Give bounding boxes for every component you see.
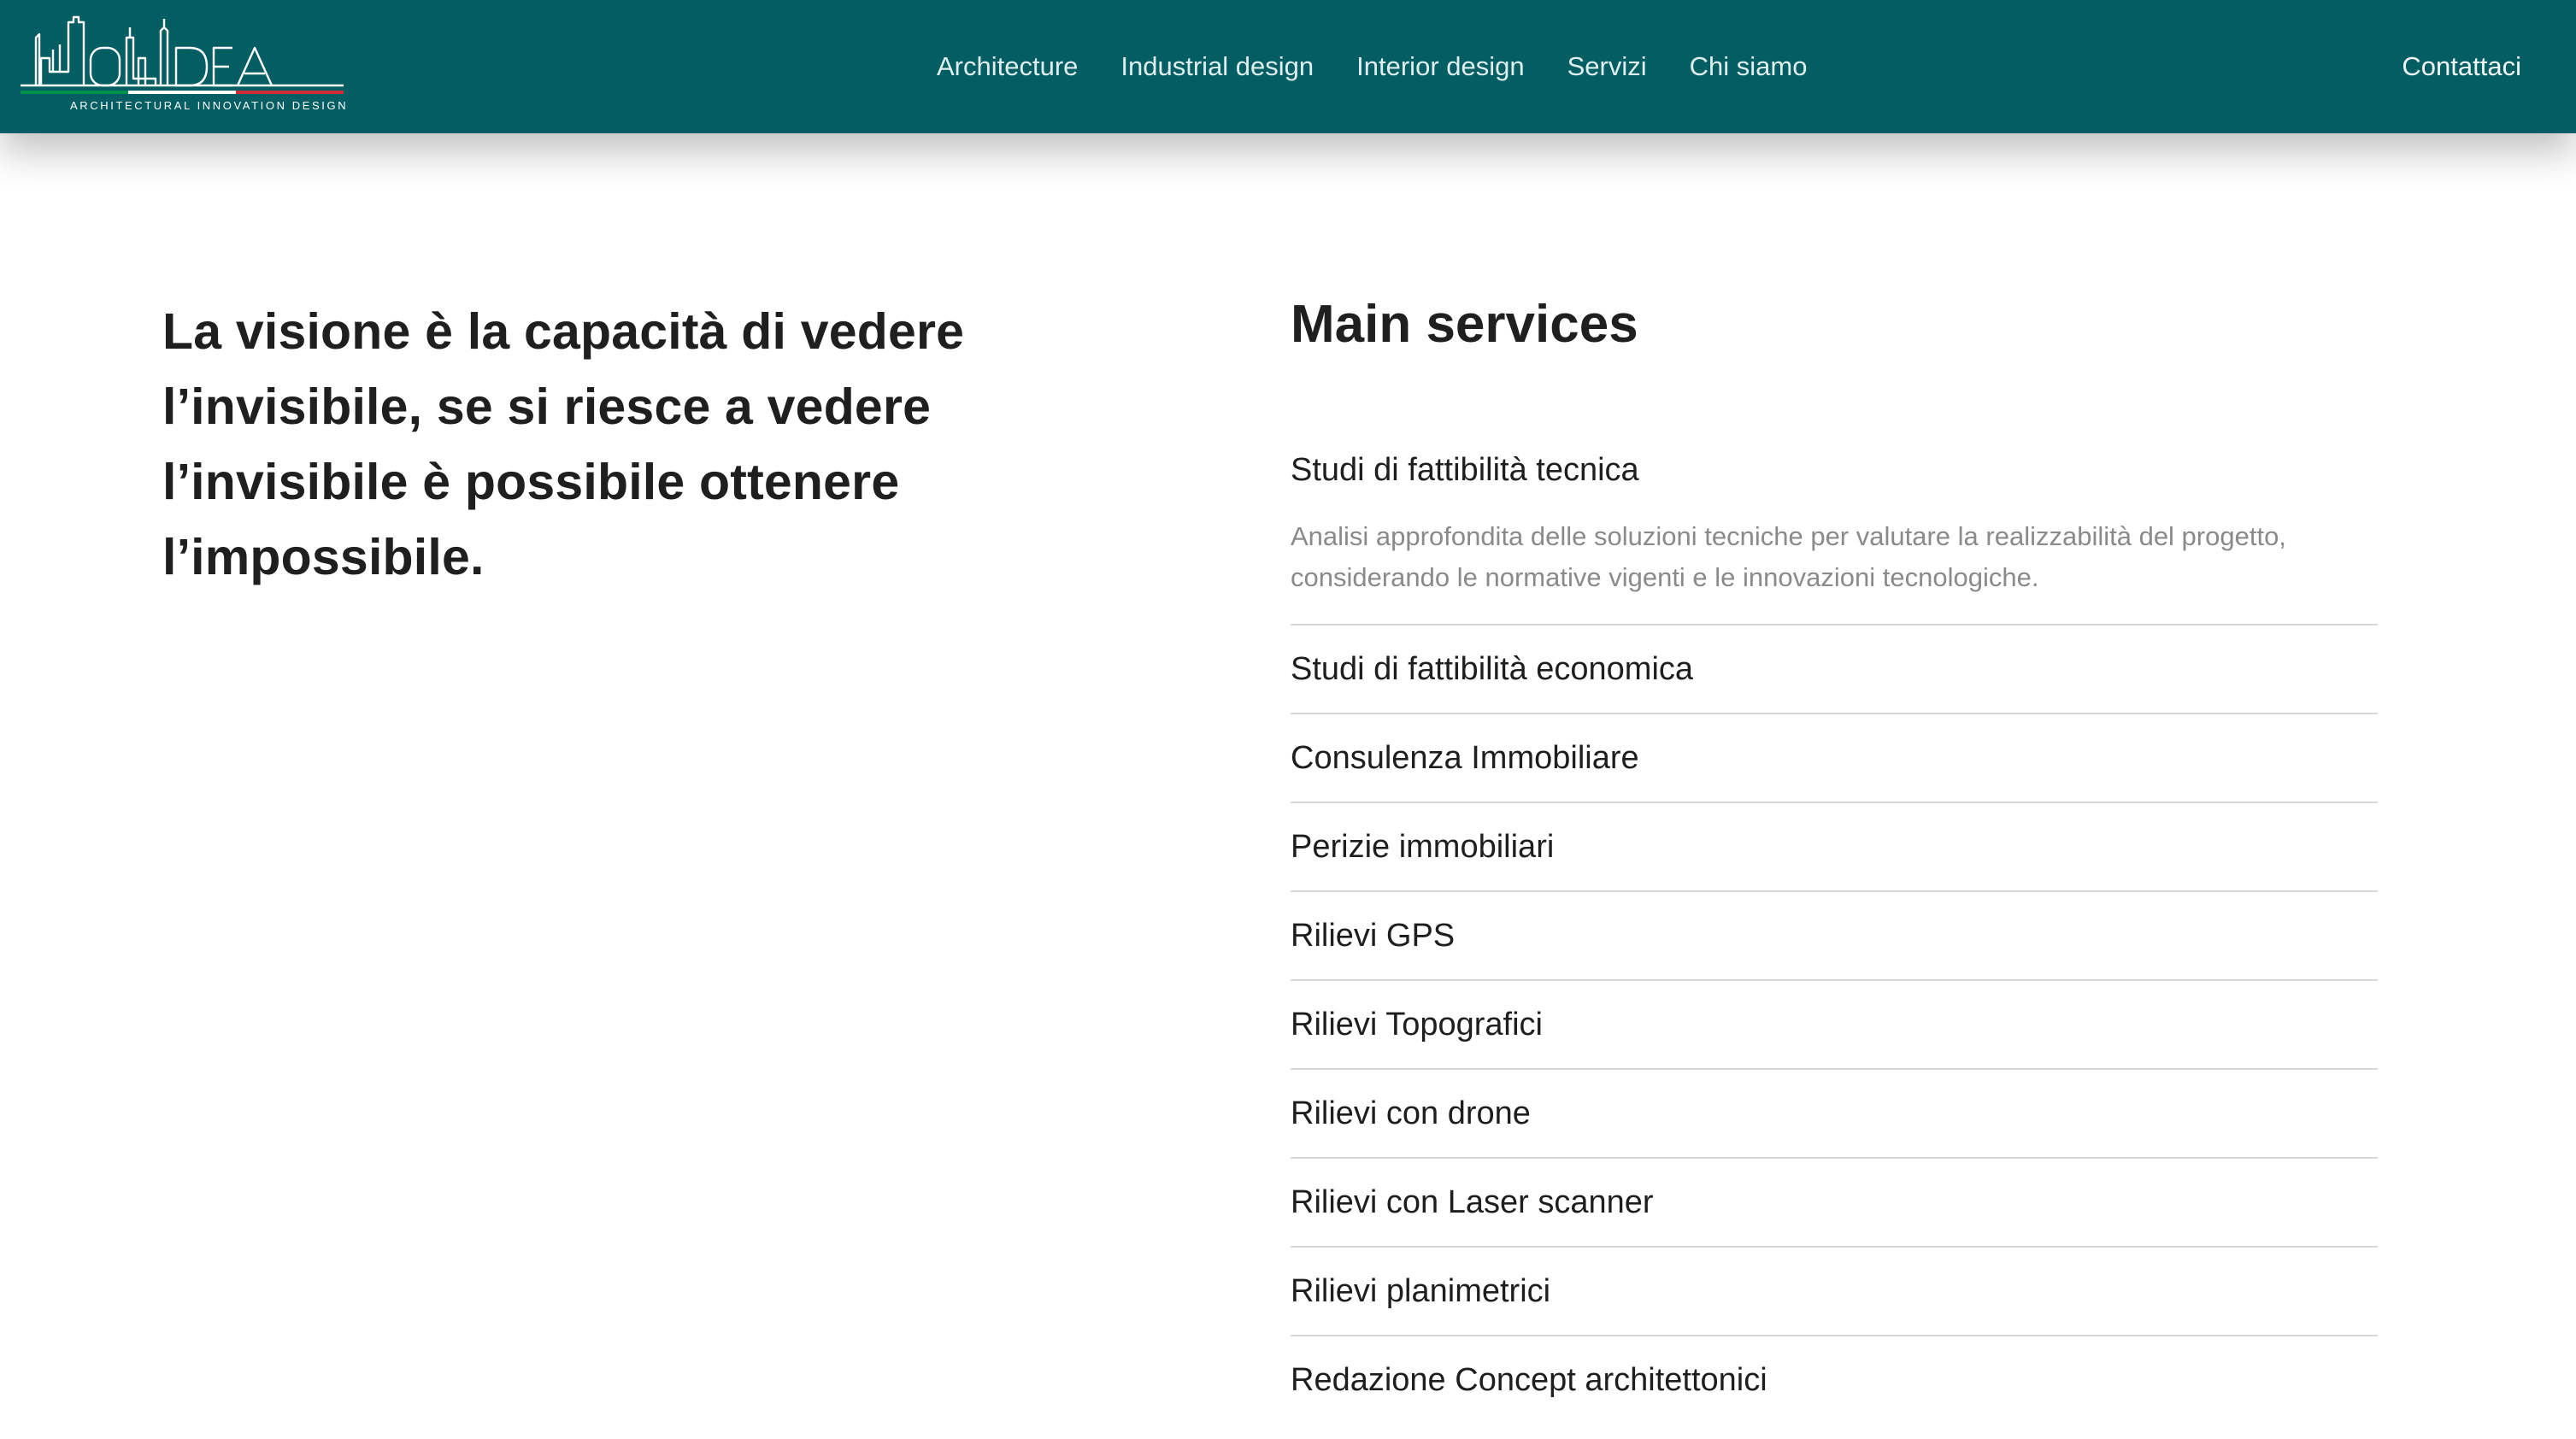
logo-tagline: ARCHITECTURAL INNOVATION DESIGN (70, 99, 349, 112)
nav-chi-siamo[interactable]: Chi siamo (1690, 51, 1808, 82)
service-item-concept-architettonici[interactable]: Redazione Concept architettonici (1291, 1336, 2378, 1424)
nav-servizi[interactable]: Servizi (1567, 51, 1647, 82)
service-item-perizie-immobiliari[interactable]: Perizie immobiliari (1291, 803, 2378, 892)
service-item-consulenza-immobiliare[interactable]: Consulenza Immobiliare (1291, 714, 2378, 803)
service-item-rilievi-gps[interactable]: Rilievi GPS (1291, 892, 2378, 981)
service-title[interactable]: Redazione Concept architettonici (1291, 1336, 2378, 1424)
main-services-section: Main services Studi di fattibilità tecni… (1291, 289, 2378, 1424)
service-item-rilievi-laser-scanner[interactable]: Rilievi con Laser scanner (1291, 1159, 2378, 1248)
service-item-fattibilita-economica[interactable]: Studi di fattibilità economica (1291, 626, 2378, 714)
service-item-rilievi-topografici[interactable]: Rilievi Topografici (1291, 981, 2378, 1070)
nav-architecture[interactable]: Architecture (937, 51, 1078, 82)
service-title[interactable]: Rilievi planimetrici (1291, 1248, 2378, 1335)
service-title[interactable]: Perizie immobiliari (1291, 803, 2378, 890)
service-title[interactable]: Studi di fattibilità tecnica (1291, 453, 2378, 487)
service-title[interactable]: Consulenza Immobiliare (1291, 714, 2378, 802)
service-item-rilievi-drone[interactable]: Rilievi con drone (1291, 1070, 2378, 1159)
vision-quote: La visione è la capacità di vedere l’inv… (162, 303, 965, 585)
service-title[interactable]: Rilievi con drone (1291, 1070, 2378, 1157)
service-description: Analisi approfondita delle soluzioni tec… (1291, 521, 2286, 592)
main-navigation: Architecture Industrial design Interior … (937, 0, 1807, 133)
holidea-logo[interactable]: ARCHITECTURAL INNOVATION DESIGN (19, 15, 364, 118)
service-item-rilievi-planimetrici[interactable]: Rilievi planimetrici (1291, 1248, 2378, 1336)
service-item-fattibilita-tecnica[interactable]: Studi di fattibilità tecnica Analisi app… (1291, 453, 2378, 626)
service-title[interactable]: Studi di fattibilità economica (1291, 626, 2378, 713)
site-header: ARCHITECTURAL INNOVATION DESIGN Architec… (0, 0, 2576, 133)
nav-interior-design[interactable]: Interior design (1356, 51, 1524, 82)
nav-industrial-design[interactable]: Industrial design (1120, 51, 1314, 82)
contact-link[interactable]: Contattaci (2402, 0, 2521, 133)
service-title[interactable]: Rilievi Topografici (1291, 981, 2378, 1068)
service-title[interactable]: Rilievi con Laser scanner (1291, 1159, 2378, 1246)
services-title: Main services (1291, 295, 1638, 354)
service-title[interactable]: Rilievi GPS (1291, 892, 2378, 979)
